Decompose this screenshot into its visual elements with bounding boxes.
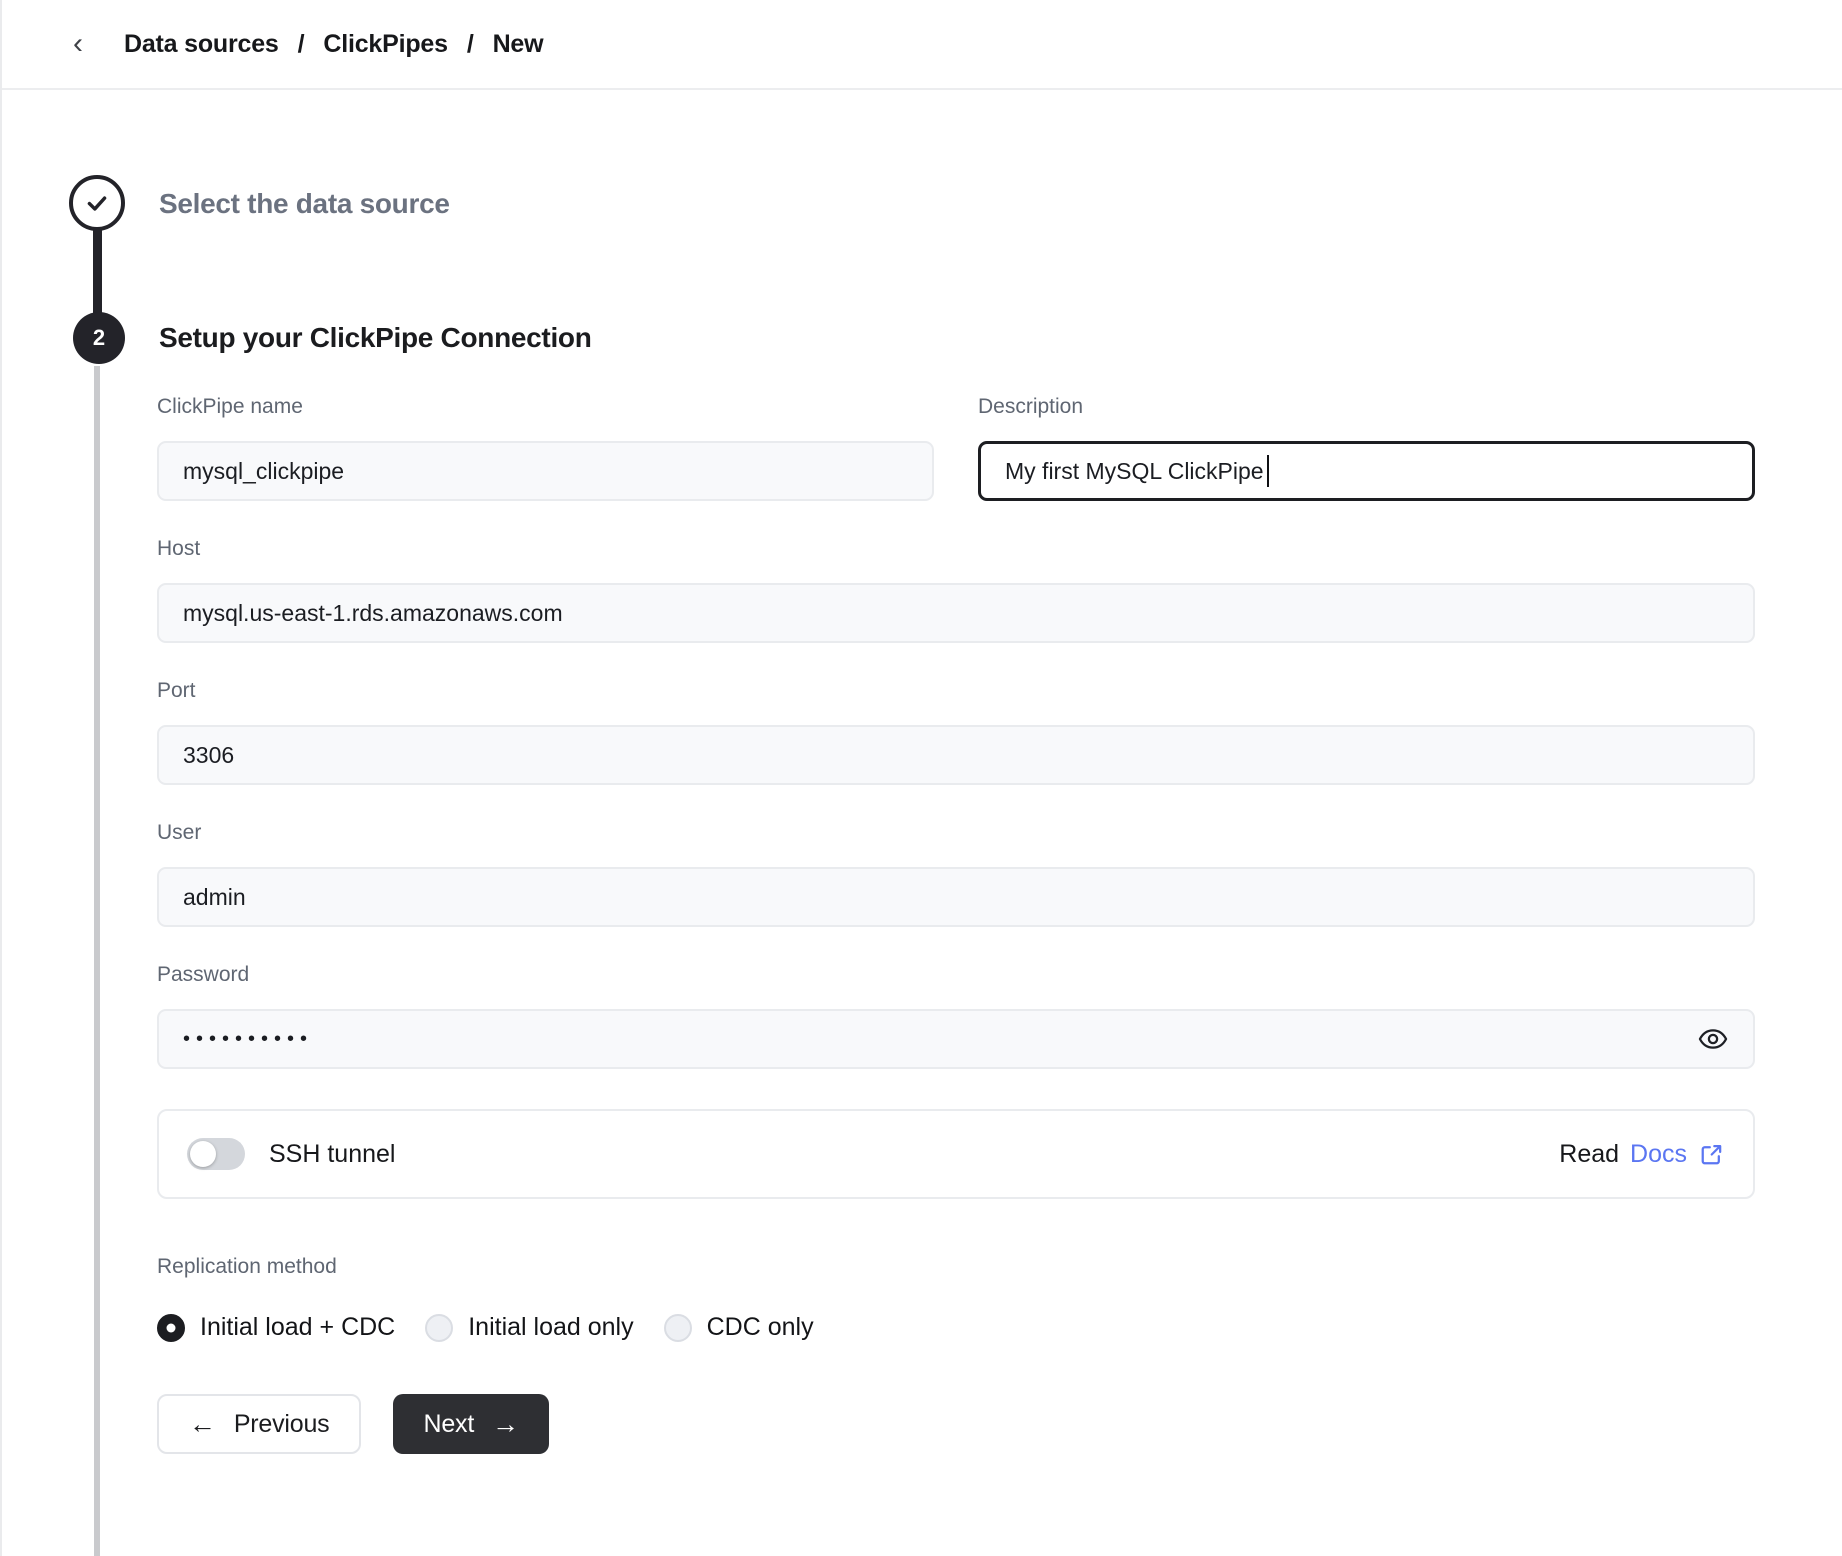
right-arrow-icon: → — [492, 1411, 519, 1438]
read-docs: Read Docs — [1559, 1140, 1725, 1169]
user-field-group: User — [157, 821, 1755, 927]
connection-form: ClickPipe name Description My first MySQ… — [157, 395, 1755, 1454]
text-cursor — [1267, 455, 1269, 487]
docs-link[interactable]: Docs — [1630, 1140, 1687, 1169]
host-label: Host — [157, 537, 1755, 561]
previous-button-label: Previous — [234, 1410, 330, 1439]
ssh-tunnel-toggle[interactable] — [187, 1138, 245, 1170]
radio-label: Initial load only — [468, 1313, 633, 1342]
port-field-group: Port — [157, 679, 1755, 785]
password-label: Password — [157, 963, 1755, 987]
external-link-icon[interactable] — [1698, 1141, 1725, 1168]
password-input[interactable] — [157, 1009, 1755, 1069]
back-chevron-icon[interactable]: ‹ — [60, 26, 96, 62]
radio-unselected-icon — [664, 1314, 692, 1342]
step1-complete-indicator — [69, 175, 125, 231]
description-input[interactable]: My first MySQL ClickPipe — [978, 441, 1755, 501]
replication-method-options: Initial load + CDC Initial load only CDC… — [157, 1313, 1755, 1342]
password-field-group: Password — [157, 963, 1755, 1069]
toggle-knob — [190, 1141, 216, 1167]
radio-label: CDC only — [707, 1313, 814, 1342]
step-connector-complete — [93, 229, 102, 315]
breadcrumb-clickpipes[interactable]: ClickPipes — [323, 30, 447, 59]
check-icon — [84, 190, 110, 216]
clickpipe-setup-page: ‹ Data sources / ClickPipes / New 2 Sele… — [0, 0, 1842, 1556]
breadcrumb-separator: / — [467, 30, 474, 59]
header: ‹ Data sources / ClickPipes / New — [2, 0, 1842, 90]
radio-initial-load-cdc[interactable]: Initial load + CDC — [157, 1313, 395, 1342]
clickpipe-name-label: ClickPipe name — [157, 395, 934, 419]
clickpipe-name-input[interactable] — [157, 441, 934, 501]
host-field-group: Host — [157, 537, 1755, 643]
description-value: My first MySQL ClickPipe — [1005, 458, 1264, 485]
user-label: User — [157, 821, 1755, 845]
radio-initial-load-only[interactable]: Initial load only — [425, 1313, 633, 1342]
read-docs-prefix: Read — [1559, 1140, 1619, 1169]
show-password-button[interactable] — [1691, 1017, 1735, 1061]
ssh-tunnel-label: SSH tunnel — [269, 1140, 395, 1169]
previous-button[interactable]: ← Previous — [157, 1394, 361, 1454]
replication-method-label: Replication method — [157, 1255, 1755, 1279]
radio-cdc-only[interactable]: CDC only — [664, 1313, 814, 1342]
breadcrumb: Data sources / ClickPipes / New — [124, 30, 543, 59]
description-label: Description — [978, 395, 1755, 419]
step-connector-pending — [94, 366, 100, 1556]
radio-selected-icon — [157, 1314, 185, 1342]
port-label: Port — [157, 679, 1755, 703]
radio-unselected-icon — [425, 1314, 453, 1342]
step2-title: Setup your ClickPipe Connection — [159, 322, 592, 354]
step1-title: Select the data source — [159, 188, 450, 220]
host-input[interactable] — [157, 583, 1755, 643]
left-arrow-icon: ← — [189, 1411, 216, 1438]
port-input[interactable] — [157, 725, 1755, 785]
description-field-group: Description My first MySQL ClickPipe — [978, 395, 1755, 501]
wizard-actions: ← Previous Next → — [157, 1394, 1755, 1454]
eye-icon — [1697, 1023, 1729, 1055]
ssh-tunnel-card: SSH tunnel Read Docs — [157, 1109, 1755, 1199]
next-button[interactable]: Next → — [393, 1394, 548, 1454]
breadcrumb-new[interactable]: New — [493, 30, 544, 59]
breadcrumb-separator: / — [298, 30, 305, 59]
clickpipe-name-field-group: ClickPipe name — [157, 395, 934, 501]
user-input[interactable] — [157, 867, 1755, 927]
next-button-label: Next — [423, 1410, 474, 1439]
radio-label: Initial load + CDC — [200, 1313, 395, 1342]
breadcrumb-data-sources[interactable]: Data sources — [124, 30, 279, 59]
step2-current-indicator: 2 — [73, 312, 125, 364]
